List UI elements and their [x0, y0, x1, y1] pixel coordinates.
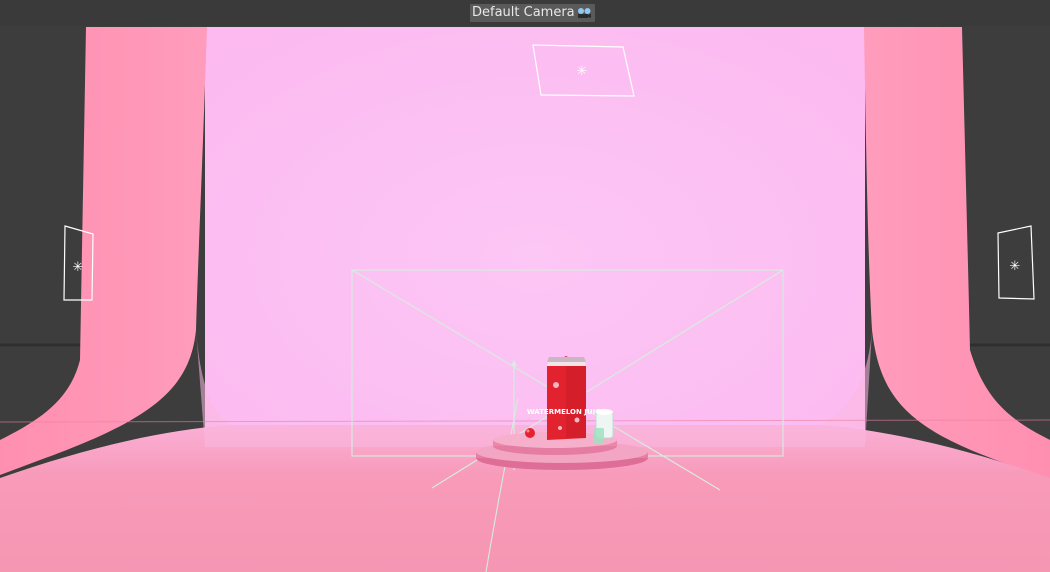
camera-selector[interactable]: Default Camera [470, 4, 595, 22]
camera-icon[interactable] [577, 7, 592, 19]
svg-text:✳: ✳ [1010, 259, 1021, 274]
svg-text:✳: ✳ [577, 64, 588, 79]
backdrop-wall [205, 27, 865, 447]
camera-name[interactable]: Default Camera [472, 4, 575, 22]
watermelon-ball[interactable] [525, 428, 535, 438]
3d-viewport[interactable]: ✳ ✳ ✳ WATERMELON JUICE Default Camera [0, 0, 1050, 572]
carton-label: WATERMELON JUICE [527, 408, 605, 416]
scene-canvas[interactable]: ✳ ✳ ✳ WATERMELON JUICE [0, 0, 1050, 572]
svg-text:✳: ✳ [73, 260, 84, 275]
